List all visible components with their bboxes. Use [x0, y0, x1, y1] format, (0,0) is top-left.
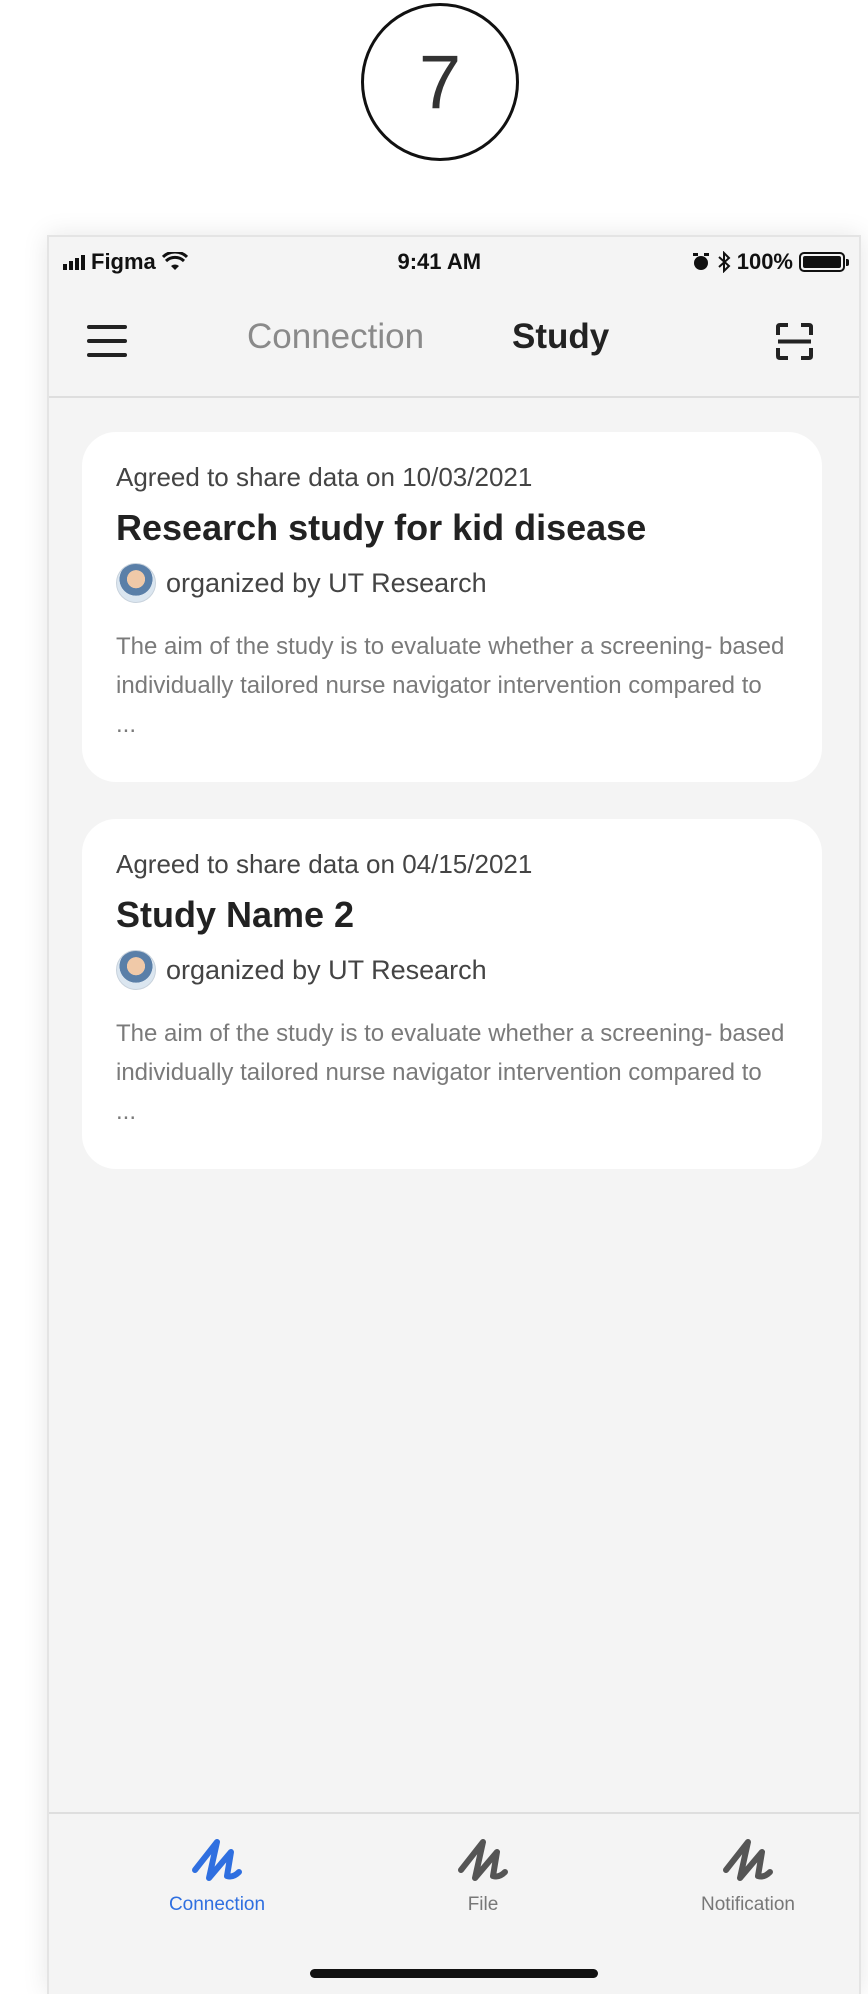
- wifi-icon: [161, 252, 188, 270]
- battery-icon: [799, 252, 849, 272]
- battery-percent: 100%: [736, 249, 793, 274]
- status-time: 9:41 AM: [397, 249, 482, 274]
- tab-bar-label: Notification: [701, 1894, 795, 1915]
- study-card[interactable]: Agreed to share data on 10/03/2021 Resea…: [82, 432, 822, 782]
- tab-bar-label: File: [467, 1894, 499, 1915]
- organizer-label: organized by UT Research: [166, 567, 487, 598]
- alarm-icon: [692, 253, 709, 270]
- file-icon: [458, 1839, 508, 1881]
- tab-bar-connection[interactable]: Connection: [137, 1830, 297, 1916]
- bottom-tab-bar: Connection File Notification: [49, 1812, 859, 1994]
- organizer-label: organized by UT Research: [166, 954, 487, 985]
- tab-bar-label: Connection: [168, 1894, 266, 1915]
- study-title: Study Name 2: [116, 894, 355, 935]
- step-number-badge: 7: [361, 3, 519, 161]
- hamburger-menu-icon[interactable]: [87, 325, 127, 357]
- notification-icon: [723, 1839, 773, 1881]
- study-description: The aim of the study is to evaluate whet…: [116, 633, 785, 738]
- tab-bar-file[interactable]: File: [403, 1830, 563, 1916]
- tab-bar-notification[interactable]: Notification: [668, 1830, 828, 1916]
- study-title: Research study for kid disease: [116, 507, 647, 548]
- organizer-avatar: [116, 563, 156, 603]
- study-description: The aim of the study is to evaluate whet…: [116, 1020, 785, 1125]
- signal-icon: [63, 254, 85, 270]
- tab-connection[interactable]: Connection: [247, 317, 424, 357]
- agreed-date: Agreed to share data on 10/03/2021: [116, 462, 533, 492]
- carrier-label: Figma: [91, 249, 156, 274]
- top-nav-bar: Connection Study: [49, 287, 859, 398]
- tab-study[interactable]: Study: [512, 317, 609, 357]
- phone-screen: Figma 9:41 AM 100% Connection Study Agre…: [47, 235, 861, 1994]
- organizer-avatar: [116, 950, 156, 990]
- connection-icon: [192, 1839, 242, 1881]
- bluetooth-icon: [718, 251, 731, 273]
- agreed-date: Agreed to share data on 04/15/2021: [116, 849, 533, 879]
- status-bar: Figma 9:41 AM 100%: [49, 237, 859, 287]
- home-indicator[interactable]: [310, 1969, 598, 1978]
- study-card[interactable]: Agreed to share data on 04/15/2021 Study…: [82, 819, 822, 1169]
- qr-scan-icon[interactable]: [776, 323, 813, 360]
